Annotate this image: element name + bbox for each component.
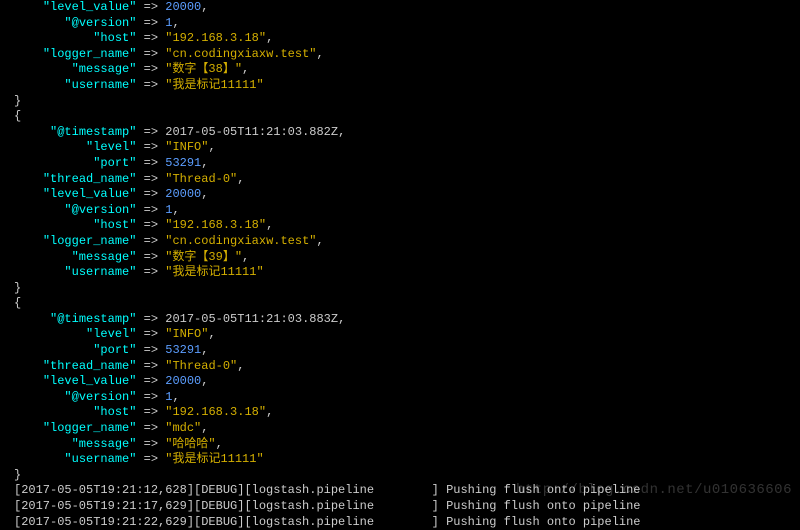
kv-row: "logger_name" => "cn.codingxiaxw.test", — [14, 47, 800, 63]
brace-close: } — [14, 281, 800, 297]
kv-row: "host" => "192.168.3.18", — [14, 405, 800, 421]
json-key: "message" — [72, 62, 137, 76]
json-value: "INFO" — [165, 140, 208, 154]
json-value: "192.168.3.18" — [165, 31, 266, 45]
brace-close: } — [14, 468, 800, 484]
kv-row: "username" => "我是标记11111" — [14, 265, 800, 281]
kv-row: "logger_name" => "mdc", — [14, 421, 800, 437]
json-key: "level_value" — [43, 187, 137, 201]
kv-row: "level" => "INFO", — [14, 327, 800, 343]
kv-row: "level_value" => 20000, — [14, 187, 800, 203]
json-value: "Thread-0" — [165, 359, 237, 373]
brace-open: { — [14, 296, 800, 312]
json-key: "level" — [86, 140, 136, 154]
log-line: [2017-05-05T19:21:17,629][DEBUG][logstas… — [14, 499, 800, 515]
kv-row: "@version" => 1, — [14, 390, 800, 406]
kv-row: "thread_name" => "Thread-0", — [14, 359, 800, 375]
json-key: "logger_name" — [43, 234, 137, 248]
json-value: "cn.codingxiaxw.test" — [165, 47, 316, 61]
log-line: [2017-05-05T19:21:12,628][DEBUG][logstas… — [14, 483, 800, 499]
kv-row: "message" => "哈哈哈", — [14, 437, 800, 453]
json-key: "username" — [64, 452, 136, 466]
kv-row: "host" => "192.168.3.18", — [14, 218, 800, 234]
json-value: "我是标记11111" — [165, 265, 263, 279]
json-value: "数字【39】" — [165, 250, 242, 264]
terminal-output: "level_value" => 20000, "@version" => 1,… — [14, 0, 800, 530]
json-key: "message" — [72, 250, 137, 264]
json-key: "host" — [93, 405, 136, 419]
json-value: "cn.codingxiaxw.test" — [165, 234, 316, 248]
json-key: "message" — [72, 437, 137, 451]
kv-row: "port" => 53291, — [14, 343, 800, 359]
json-key: "thread_name" — [43, 172, 137, 186]
json-key: "logger_name" — [43, 421, 137, 435]
json-key: "port" — [93, 343, 136, 357]
json-key: "level" — [86, 327, 136, 341]
kv-row: "message" => "数字【38】", — [14, 62, 800, 78]
json-value: "我是标记11111" — [165, 452, 263, 466]
json-key: "port" — [93, 156, 136, 170]
json-value: "数字【38】" — [165, 62, 242, 76]
json-key: "host" — [93, 218, 136, 232]
kv-row: "host" => "192.168.3.18", — [14, 31, 800, 47]
json-value: "哈哈哈" — [165, 437, 215, 451]
kv-row: "username" => "我是标记11111" — [14, 452, 800, 468]
json-value: 20000 — [165, 0, 201, 14]
kv-row: "level" => "INFO", — [14, 140, 800, 156]
json-value: "INFO" — [165, 327, 208, 341]
brace-open: { — [14, 109, 800, 125]
kv-row: "level_value" => 20000, — [14, 374, 800, 390]
json-key: "level_value" — [43, 0, 137, 14]
json-key: "@version" — [64, 203, 136, 217]
kv-row: "port" => 53291, — [14, 156, 800, 172]
json-value: 53291 — [165, 343, 201, 357]
json-value: 2017-05-05T11:21:03.882Z — [165, 125, 338, 139]
json-value: "192.168.3.18" — [165, 218, 266, 232]
json-value: 20000 — [165, 374, 201, 388]
json-key: "level_value" — [43, 374, 137, 388]
json-key: "@version" — [64, 16, 136, 30]
kv-row: "thread_name" => "Thread-0", — [14, 172, 800, 188]
json-key: "@timestamp" — [50, 125, 136, 139]
json-key: "username" — [64, 265, 136, 279]
kv-row: "@version" => 1, — [14, 203, 800, 219]
json-key: "logger_name" — [43, 47, 137, 61]
json-key: "@timestamp" — [50, 312, 136, 326]
json-value: 2017-05-05T11:21:03.883Z — [165, 312, 338, 326]
json-value: "mdc" — [165, 421, 201, 435]
kv-row: "message" => "数字【39】", — [14, 250, 800, 266]
json-key: "thread_name" — [43, 359, 137, 373]
kv-row: "@version" => 1, — [14, 16, 800, 32]
kv-row: "username" => "我是标记11111" — [14, 78, 800, 94]
json-value: "我是标记11111" — [165, 78, 263, 92]
kv-row: "@timestamp" => 2017-05-05T11:21:03.883Z… — [14, 312, 800, 328]
kv-row: "@timestamp" => 2017-05-05T11:21:03.882Z… — [14, 125, 800, 141]
json-key: "@version" — [64, 390, 136, 404]
kv-row: "level_value" => 20000, — [14, 0, 800, 16]
json-value: "192.168.3.18" — [165, 405, 266, 419]
json-key: "host" — [93, 31, 136, 45]
json-value: 20000 — [165, 187, 201, 201]
kv-row: "logger_name" => "cn.codingxiaxw.test", — [14, 234, 800, 250]
log-line: [2017-05-05T19:21:22,629][DEBUG][logstas… — [14, 515, 800, 530]
json-key: "username" — [64, 78, 136, 92]
json-value: "Thread-0" — [165, 172, 237, 186]
json-value: 53291 — [165, 156, 201, 170]
brace-close: } — [14, 94, 800, 110]
